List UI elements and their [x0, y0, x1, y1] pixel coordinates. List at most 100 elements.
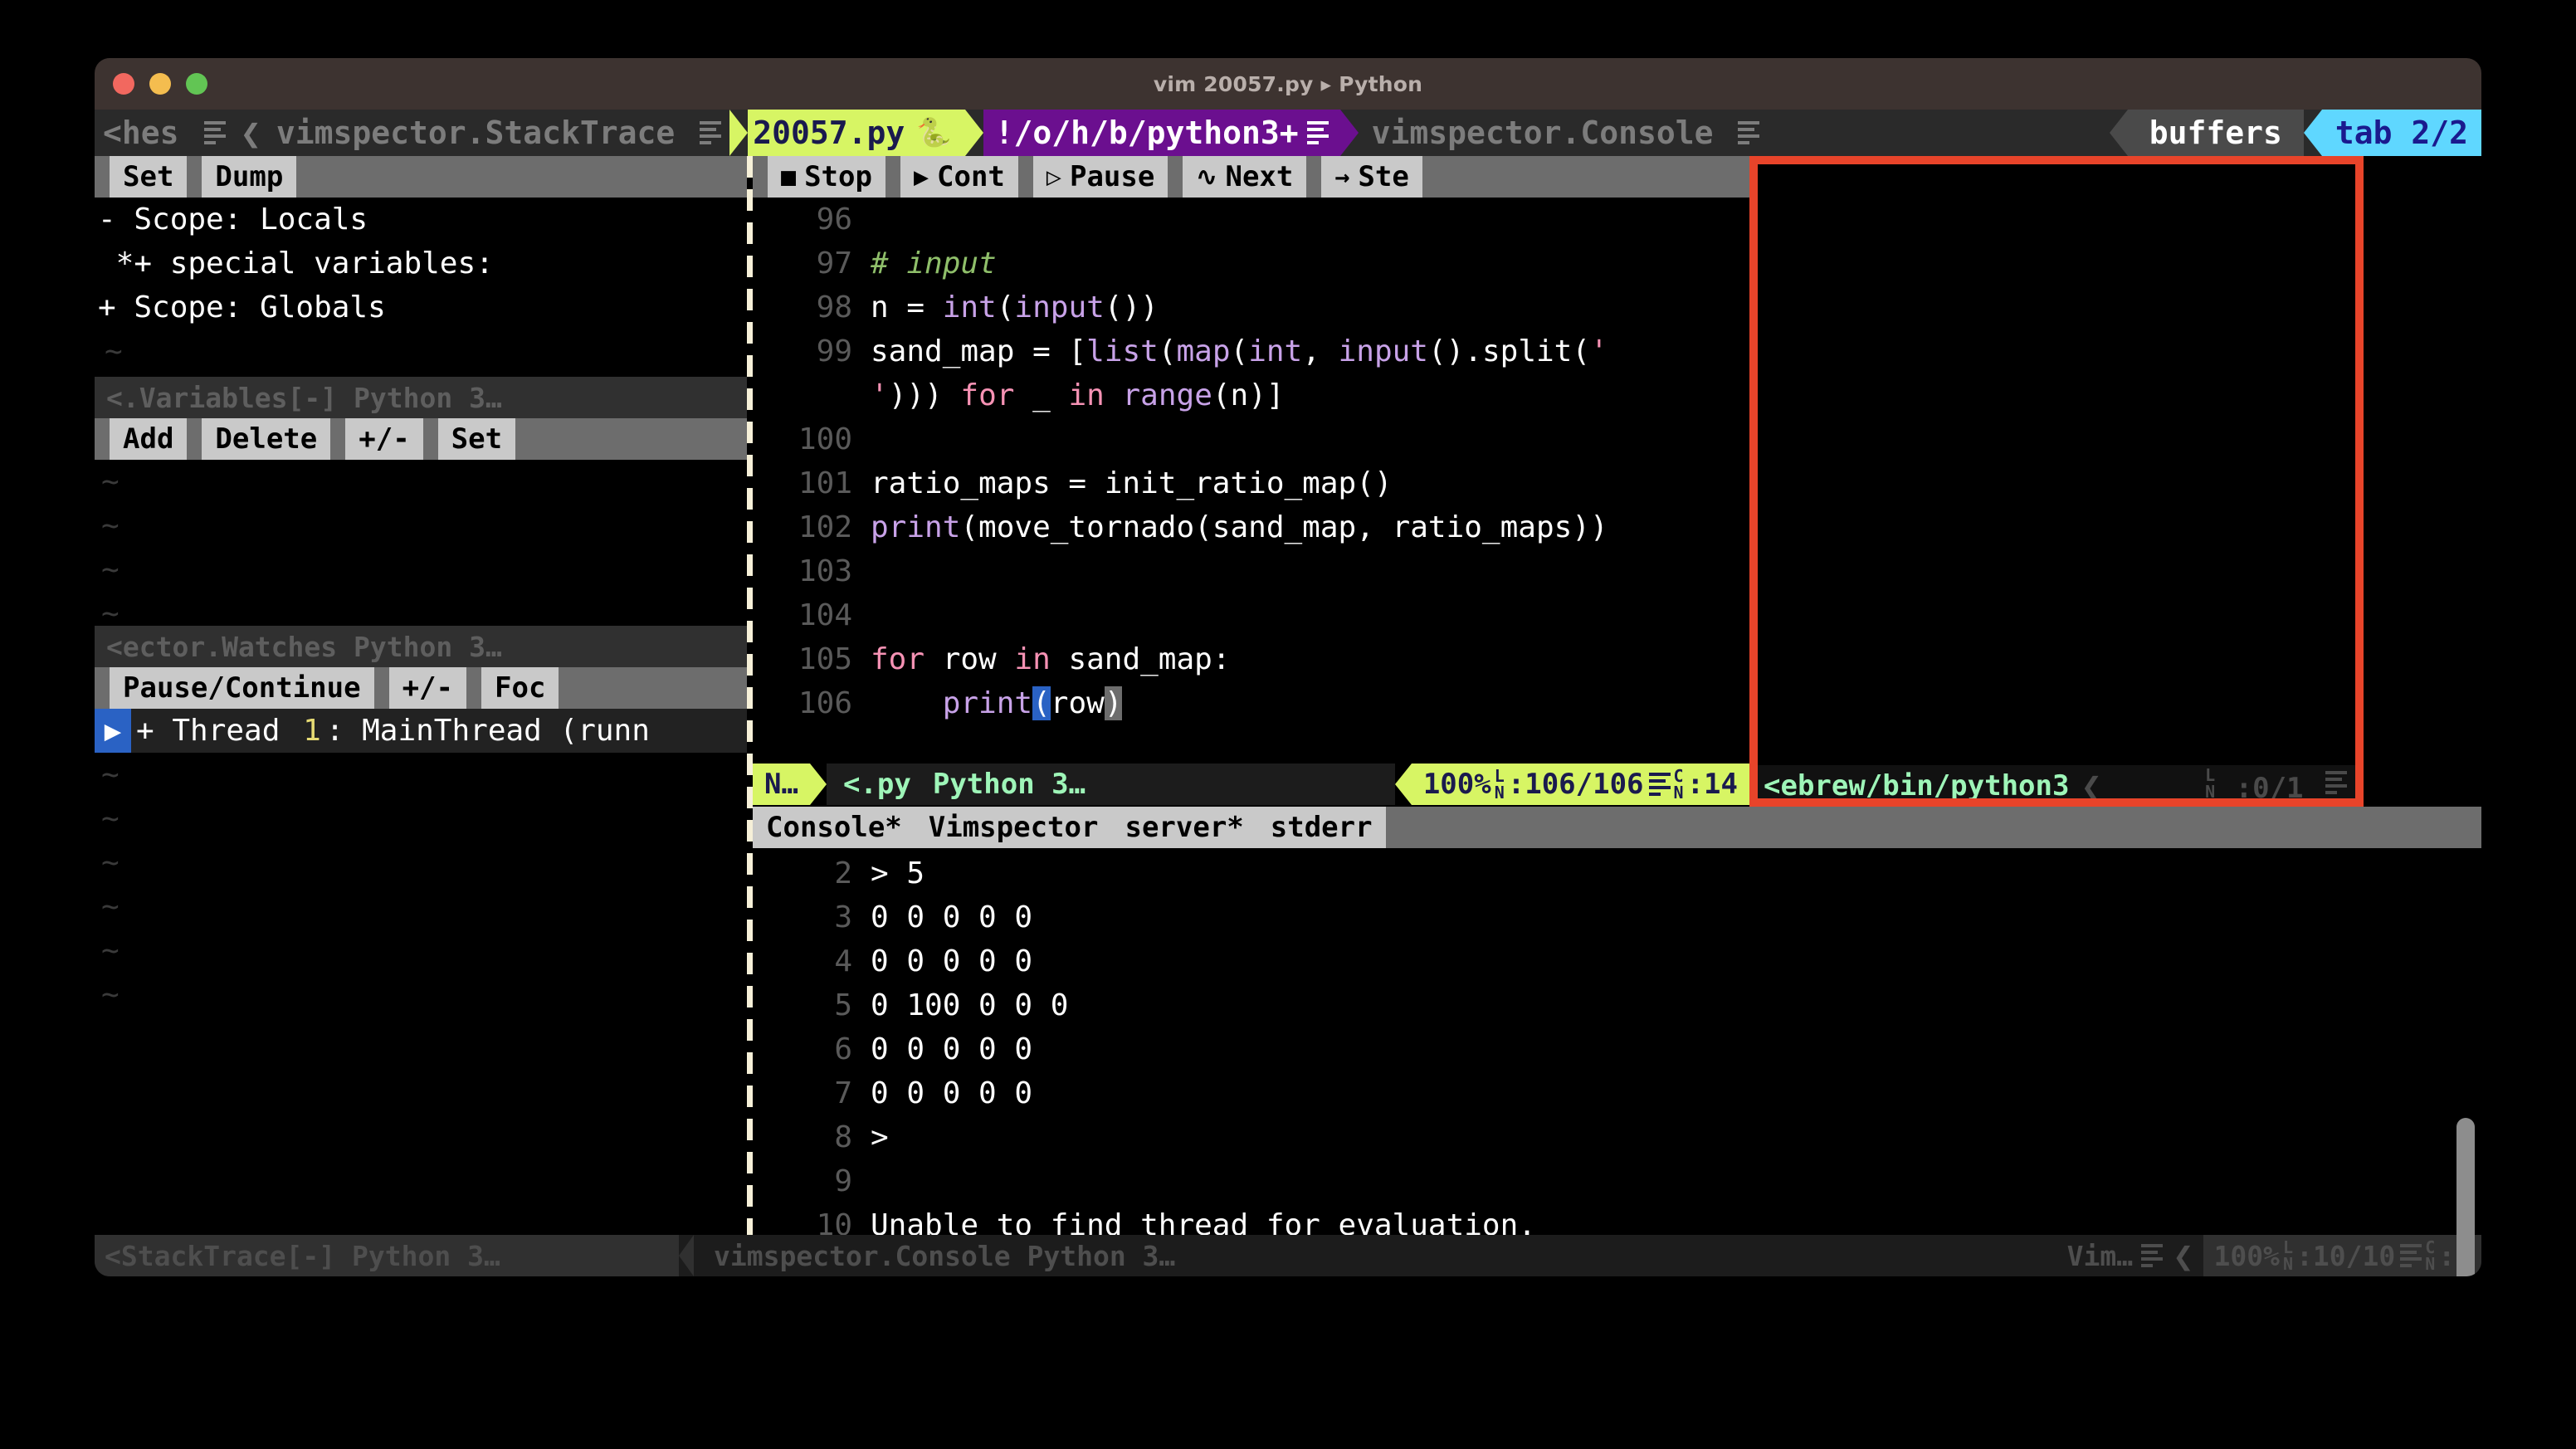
console-output-lines[interactable]: 2 > 530 0 0 0 040 0 0 0 050 100 0 0 060 0… — [753, 848, 2481, 1247]
code-token: in — [1014, 642, 1051, 676]
console-line[interactable]: 2 > 5 — [753, 851, 2481, 895]
statusline-arrow-1 — [809, 764, 827, 805]
code-token: n = — [871, 290, 943, 324]
tabline-right-plugin[interactable]: vimspector.Console — [1359, 110, 1722, 156]
tabline-left-plugin[interactable]: vimspector.StackTrace — [268, 110, 683, 156]
thread-row[interactable]: ▶ + Thread 1 : MainThread (runn — [95, 709, 747, 753]
console-line-text: 0 100 0 0 0 — [871, 988, 1069, 1022]
code-token: (move_tornado(sand_map, ratio_maps)) — [960, 510, 1608, 544]
console-line-number: 3 — [834, 900, 852, 934]
console-line[interactable]: 4 0 0 0 0 0 — [753, 939, 2481, 983]
code-editor-pane: ■ Stop ▶ Cont ▷ Pause ∿ Next → Ste 96 97… — [753, 156, 1749, 807]
console-line[interactable]: 5 0 100 0 0 0 — [753, 983, 2481, 1027]
tabline-left-buffer[interactable]: <hes — [95, 110, 188, 156]
tab-vimspector[interactable]: Vimspector — [915, 807, 1112, 848]
code-token: range — [1122, 378, 1212, 412]
code-token: input — [1014, 290, 1105, 324]
tabcount-left-arrow — [2303, 110, 2322, 156]
set-watch-button[interactable]: Set — [437, 418, 516, 460]
hamburger-icon-6 — [2325, 768, 2347, 798]
line-number: 100 — [798, 422, 852, 456]
filler-tilde: ~ — [101, 509, 120, 543]
console-line[interactable]: 9 — [753, 1159, 2481, 1203]
focus-button[interactable]: Foc — [481, 667, 559, 709]
statusline-arrow-2 — [1394, 764, 1412, 805]
zoom-button-icon[interactable] — [186, 73, 207, 95]
console-line-text: 0 0 0 0 0 — [871, 1076, 1033, 1110]
code-line[interactable]: 97 # input — [753, 242, 1749, 285]
tab-server[interactable]: server* — [1111, 807, 1257, 848]
step-button-label: Ste — [1358, 160, 1409, 193]
console-line[interactable]: 7 0 0 0 0 0 — [753, 1071, 2481, 1115]
filler-tilde: ~ — [101, 934, 120, 968]
code-line[interactable]: 106 print(row) — [753, 681, 1749, 725]
continue-button[interactable]: ▶ Cont — [900, 156, 1018, 198]
hamburger-icon — [188, 110, 234, 156]
window-scrollbar[interactable] — [2456, 1118, 2475, 1276]
right-position-group: LN :0/1 — [2202, 767, 2364, 805]
next-button[interactable]: ∿ Next — [1183, 156, 1307, 198]
dump-button[interactable]: Dump — [202, 156, 297, 198]
thread-label-prefix: + Thread — [136, 714, 299, 748]
code-line[interactable]: 96 — [753, 198, 1749, 242]
chevron-left-icon-3: ❮ — [2173, 1235, 2194, 1276]
line-badge-icon-3: LN — [2282, 1237, 2293, 1274]
console-line[interactable]: 3 0 0 0 0 0 — [753, 895, 2481, 939]
close-button-icon[interactable] — [113, 73, 134, 95]
pause-continue-button[interactable]: Pause/Continue — [110, 667, 374, 709]
code-token: ) — [1104, 686, 1123, 720]
pane-separator-right — [1749, 156, 1755, 807]
console-line-number: 2 — [834, 856, 852, 890]
play-icon: ▶ — [913, 162, 929, 192]
code-line[interactable]: 101 ratio_maps = init_ratio_map() — [753, 461, 1749, 505]
code-token: ( — [1230, 334, 1249, 368]
expand-collapse-button[interactable]: +/- — [345, 418, 423, 460]
console-line-text: 0 0 0 0 0 — [871, 944, 1033, 978]
scope-globals-row[interactable]: + Scope: Globals — [98, 285, 747, 329]
chevron-left-icon: ❮ — [240, 112, 261, 154]
tabline-tab-count[interactable]: tab 2/2 — [2321, 110, 2481, 156]
stop-button[interactable]: ■ Stop — [768, 156, 886, 198]
step-button[interactable]: → Ste — [1321, 156, 1422, 198]
tabline-buffers-label[interactable]: buffers — [2127, 110, 2304, 156]
vimspector-console-output[interactable] — [1755, 156, 2364, 765]
minimize-button-icon[interactable] — [149, 73, 171, 95]
tab-active-file[interactable]: 20057.py 🐍 — [748, 110, 965, 156]
pause-button-label: Pause — [1069, 160, 1155, 193]
right-line-position: :0/1 — [2235, 772, 2304, 805]
vimspector-console-statusline: <ebrew/bin/python3 ❮ LN :0/1 — [1755, 765, 2364, 807]
code-line[interactable]: 104 — [753, 593, 1749, 637]
code-token: for — [960, 378, 1015, 412]
pause-button[interactable]: ▷ Pause — [1032, 156, 1168, 198]
code-token: for — [871, 642, 925, 676]
code-line[interactable]: 100 — [753, 417, 1749, 461]
code-token: ratio_maps = init_ratio_map() — [871, 466, 1393, 500]
code-token: sand_map = [ — [871, 334, 1087, 368]
code-line[interactable]: 102 print (move_tornado(sand_map, ratio_ma… — [753, 505, 1749, 549]
special-variables-row[interactable]: *+ special variables: — [98, 242, 747, 285]
expand-collapse-button[interactable]: +/- — [388, 667, 466, 709]
tab-console[interactable]: Console* — [753, 807, 915, 848]
code-token: # input — [871, 246, 997, 281]
filler-tilde: ~ — [101, 978, 120, 1012]
set-button[interactable]: Set — [110, 156, 188, 198]
code-lines[interactable]: 96 97 # input 98 n = int(input()) 99 sand_map … — [753, 198, 1749, 764]
tab-interpreter-path[interactable]: !/o/h/b/python3+ — [983, 110, 1340, 156]
code-line[interactable]: 105 for row in sand_map: — [753, 637, 1749, 681]
console-line[interactable]: 8 > — [753, 1115, 2481, 1159]
tab-stderr[interactable]: stderr — [1256, 807, 1386, 848]
add-watch-button[interactable]: Add — [110, 418, 188, 460]
code-line[interactable]: 99 sand_map = [list(map(int, input ().spli… — [753, 329, 1749, 373]
code-line[interactable]: 98 n = int(input()) — [753, 285, 1749, 329]
line-number: 99 — [816, 334, 852, 368]
filler-tilde: ~ — [101, 802, 120, 836]
code-line[interactable]: '))) for _ in range (n)] — [753, 373, 1749, 417]
delete-watch-button[interactable]: Delete — [202, 418, 331, 460]
console-tab-bar: Console* Vimspector server* stderr — [753, 807, 2481, 848]
console-line[interactable]: 6 0 0 0 0 0 — [753, 1027, 2481, 1071]
current-thread-marker-icon: ▶ — [95, 709, 131, 753]
code-line[interactable]: 103 — [753, 549, 1749, 593]
scope-locals-row[interactable]: - Scope: Locals — [98, 198, 747, 242]
stop-button-label: Stop — [804, 160, 872, 193]
